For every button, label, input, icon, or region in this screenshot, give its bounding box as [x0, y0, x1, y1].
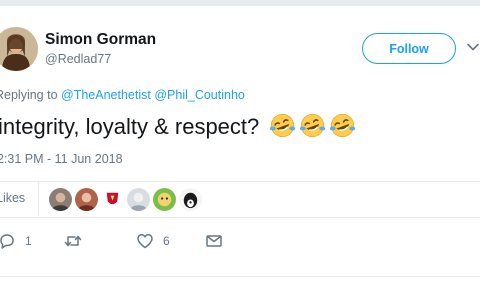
liker-avatar-person-icon[interactable] — [75, 188, 98, 211]
replying-to: Replying to @TheAnethetist @Phil_Coutinh… — [0, 88, 245, 102]
tears-of-joy-emoji-icon — [300, 113, 326, 138]
tweet-body: integrity, loyalty & respect? — [0, 114, 260, 139]
avatar-photo — [0, 27, 38, 71]
like-count: 6 — [163, 234, 170, 248]
retweet-action[interactable] — [64, 232, 91, 250]
tears-of-joy-emoji-icon — [330, 113, 356, 138]
mention-link[interactable]: @TheAnethetist — [61, 88, 151, 102]
divider — [0, 181, 480, 182]
tweet-timestamp[interactable]: 2:31 PM - 11 Jun 2018 — [0, 152, 123, 166]
liker-avatar-cartoon-icon[interactable] — [153, 188, 176, 211]
envelope-icon — [206, 235, 222, 247]
direct-message-action[interactable] — [205, 232, 223, 250]
like-action[interactable]: 6 — [136, 232, 170, 250]
heart-icon — [137, 234, 153, 249]
divider — [0, 217, 480, 218]
likes-separator — [38, 182, 39, 216]
liker-avatar-person-icon[interactable] — [127, 188, 150, 211]
reply-icon — [0, 234, 14, 249]
tears-of-joy-emoji-icon — [270, 113, 296, 138]
chevron-down-icon[interactable] — [466, 40, 480, 54]
mention-link[interactable]: @Phil_Coutinho — [154, 88, 245, 102]
reply-count: 1 — [25, 234, 32, 248]
user-handle[interactable]: @Redlad77 — [45, 52, 111, 66]
liker-avatar-person-icon[interactable] — [49, 188, 72, 211]
replying-to-label: Replying to — [0, 88, 58, 102]
likes-label: Likes — [0, 191, 26, 205]
liker-avatars — [49, 188, 202, 211]
avatar[interactable] — [0, 27, 38, 71]
likes-count[interactable]: Likes — [0, 191, 25, 205]
display-name[interactable]: Simon Gorman — [45, 31, 156, 49]
top-border — [0, 0, 480, 6]
follow-button[interactable]: Follow — [362, 33, 456, 64]
emoji-group — [269, 112, 356, 139]
tweet-text: integrity, loyalty & respect? — [0, 110, 356, 144]
tweet-detail: Simon Gorman @Redlad77 Follow Replying t… — [0, 0, 480, 288]
liker-avatar-club-crest-icon[interactable] — [101, 188, 124, 211]
liker-avatar-dog-icon[interactable] — [179, 188, 202, 211]
retweet-icon — [64, 235, 82, 247]
divider — [0, 276, 480, 277]
reply-action[interactable]: 1 — [0, 232, 32, 250]
